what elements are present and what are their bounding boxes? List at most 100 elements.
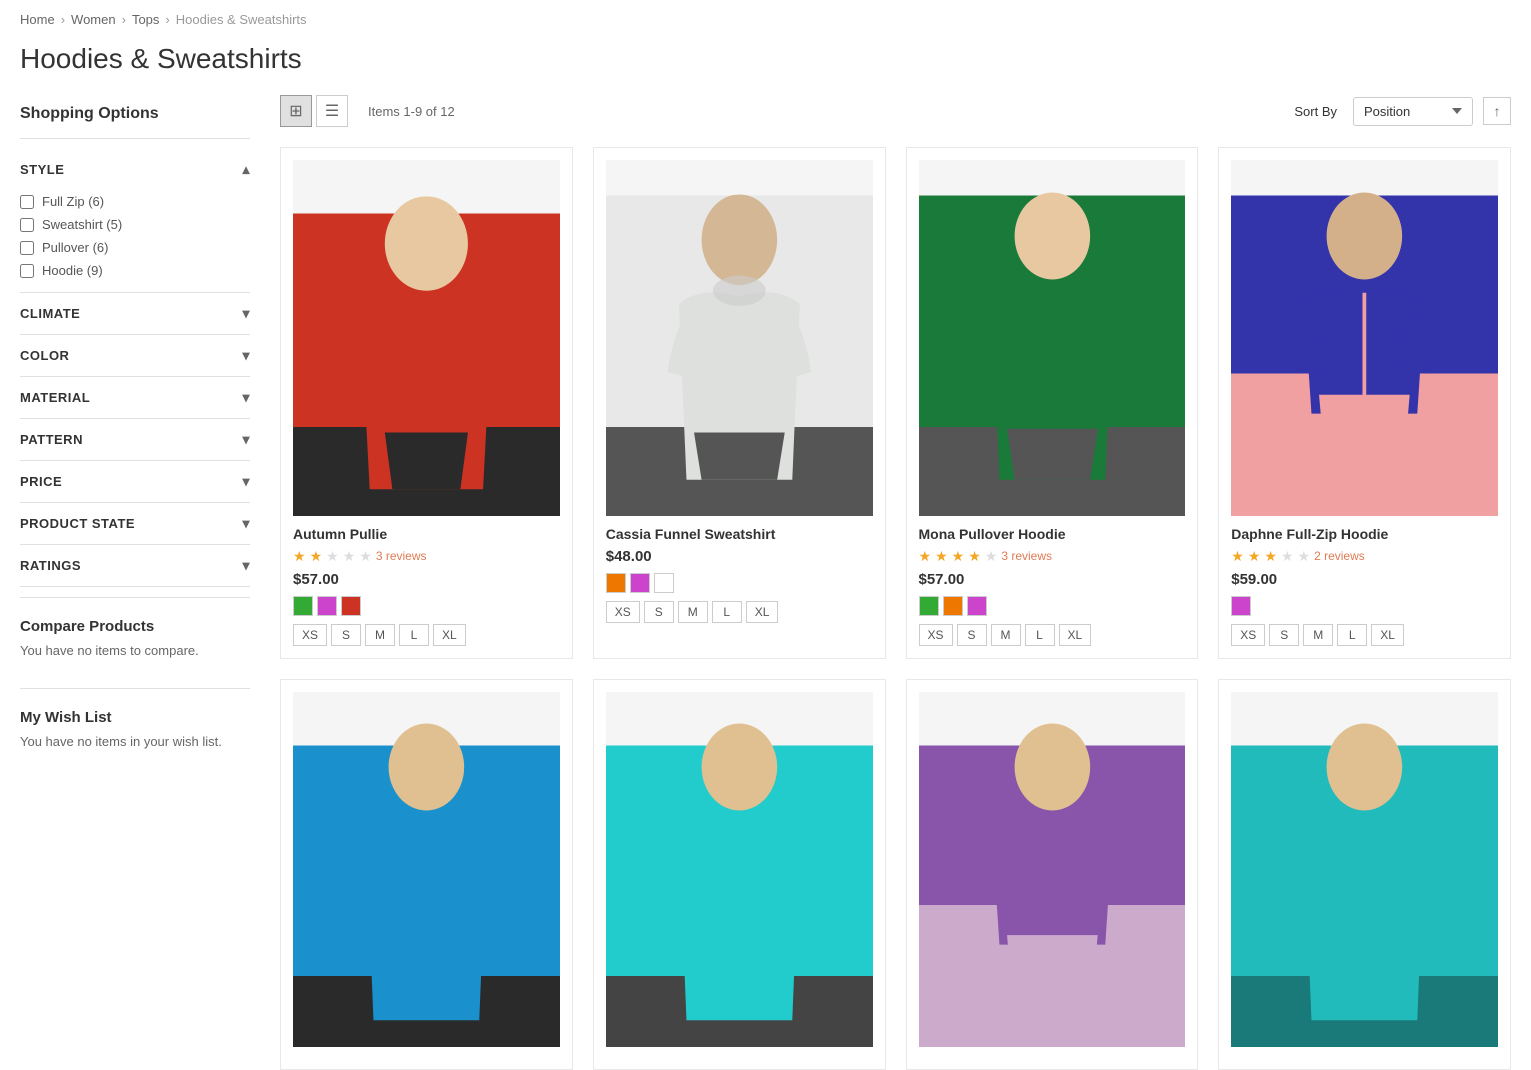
product-stars-daphne: ★ ★ ★ ★ ★ 2 reviews [1231,548,1498,565]
swatch-purple-mona[interactable] [967,596,987,616]
swatch-white-cassia[interactable] [654,573,674,593]
filter-product-state-header[interactable]: PRODUCT STATE [20,503,250,544]
sort-asc-button[interactable]: ↑ [1483,97,1511,125]
color-swatches-daphne [1231,596,1498,616]
compare-products-section: Compare Products You have no items to co… [20,597,250,678]
filter-material: MATERIAL [20,377,250,419]
size-xl-mona[interactable]: XL [1059,624,1092,646]
filter-ratings: RATINGS [20,545,250,587]
filter-style: STYLE Full Zip (6) Sweatshirt (5) Pullov… [20,149,250,293]
star1: ★ [1231,548,1244,565]
product-name-daphne: Daphne Full-Zip Hoodie [1231,526,1498,542]
review-count-autumn[interactable]: 3 reviews [376,549,427,563]
filter-color-header[interactable]: COLOR [20,335,250,376]
size-options-cassia: XS S M L XL [606,601,873,623]
size-m-mona[interactable]: M [991,624,1021,646]
climate-chevron-icon [242,305,250,322]
product-card-cassia[interactable]: Cassia Funnel Sweatshirt $48.00 XS S M L… [593,147,886,659]
size-l-daphne[interactable]: L [1337,624,1367,646]
size-l-autumn[interactable]: L [399,624,429,646]
star3: ★ [326,548,339,565]
pattern-chevron-icon [242,431,250,448]
style-checkbox-pullover[interactable] [20,241,34,255]
breadcrumb-tops[interactable]: Tops [132,12,159,27]
style-option-fullzip[interactable]: Full Zip (6) [20,190,250,213]
product-card-daphne[interactable]: Daphne Full-Zip Hoodie ★ ★ ★ ★ ★ 2 revie… [1218,147,1511,659]
size-xs-mona[interactable]: XS [919,624,953,646]
star5: ★ [985,548,998,565]
star4: ★ [1281,548,1294,565]
product-card-row2-4[interactable] [1218,679,1511,1070]
size-xl-cassia[interactable]: XL [746,601,779,623]
product-card-row2-1[interactable] [280,679,573,1070]
swatch-orange-mona[interactable] [943,596,963,616]
product-card-row2-2[interactable] [593,679,886,1070]
star3: ★ [1264,548,1277,565]
swatch-orange-cassia[interactable] [606,573,626,593]
size-l-mona[interactable]: L [1025,624,1055,646]
color-chevron-icon [242,347,250,364]
size-xl-autumn[interactable]: XL [433,624,466,646]
swatch-green-autumn[interactable] [293,596,313,616]
sort-asc-icon: ↑ [1494,103,1501,119]
size-options-mona: XS S M L XL [919,624,1186,646]
main-content: ⊞ ☰ Items 1-9 of 12 Sort By Position Nam… [280,95,1511,1070]
size-xs-cassia[interactable]: XS [606,601,640,623]
style-option-sweatshirt[interactable]: Sweatshirt (5) [20,213,250,236]
product-card-autumn[interactable]: Autumn Pullie ★ ★ ★ ★ ★ 3 reviews $57.00… [280,147,573,659]
review-count-mona[interactable]: 3 reviews [1001,549,1052,563]
size-s-daphne[interactable]: S [1269,624,1299,646]
swatch-purple-daphne[interactable] [1231,596,1251,616]
swatch-green-mona[interactable] [919,596,939,616]
material-chevron-icon [242,389,250,406]
style-checkbox-sweatshirt[interactable] [20,218,34,232]
size-m-daphne[interactable]: M [1303,624,1333,646]
style-label-sweatshirt: Sweatshirt (5) [42,217,122,232]
filter-climate-header[interactable]: CLIMATE [20,293,250,334]
filter-material-header[interactable]: MATERIAL [20,377,250,418]
size-l-cassia[interactable]: L [712,601,742,623]
filter-price-header[interactable]: PRICE [20,461,250,502]
style-option-pullover[interactable]: Pullover (6) [20,236,250,259]
product-image-autumn [293,160,560,516]
list-view-button[interactable]: ☰ [316,95,348,127]
filter-pattern-header[interactable]: PATTERN [20,419,250,460]
breadcrumb-home[interactable]: Home [20,12,55,27]
filter-color: COLOR [20,335,250,377]
product-card-mona[interactable]: Mona Pullover Hoodie ★ ★ ★ ★ ★ 3 reviews… [906,147,1199,659]
sort-select[interactable]: Position Name Price [1353,97,1473,126]
size-s-autumn[interactable]: S [331,624,361,646]
breadcrumb-women[interactable]: Women [71,12,116,27]
style-checkbox-hoodie[interactable] [20,264,34,278]
swatch-red-autumn[interactable] [341,596,361,616]
sort-by-label: Sort By [1294,104,1337,119]
size-s-cassia[interactable]: S [644,601,674,623]
swatch-purple-cassia[interactable] [630,573,650,593]
filter-ratings-header[interactable]: RATINGS [20,545,250,586]
size-m-autumn[interactable]: M [365,624,395,646]
product-figure-daphne [1251,178,1478,498]
star5: ★ [359,548,372,565]
size-xl-daphne[interactable]: XL [1371,624,1404,646]
product-stars-autumn: ★ ★ ★ ★ ★ 3 reviews [293,548,560,565]
product-stars-mona: ★ ★ ★ ★ ★ 3 reviews [919,548,1186,565]
style-option-hoodie[interactable]: Hoodie (9) [20,259,250,282]
size-m-cassia[interactable]: M [678,601,708,623]
breadcrumb-current: Hoodies & Sweatshirts [176,12,307,27]
star5: ★ [1298,548,1311,565]
product-figure-autumn [313,178,540,498]
style-checkbox-fullzip[interactable] [20,195,34,209]
product-state-chevron-icon [242,515,250,532]
toolbar: ⊞ ☰ Items 1-9 of 12 Sort By Position Nam… [280,95,1511,127]
ratings-chevron-icon [242,557,250,574]
review-count-daphne[interactable]: 2 reviews [1314,549,1365,563]
size-s-mona[interactable]: S [957,624,987,646]
product-image-row2-2 [606,692,873,1048]
size-xs-autumn[interactable]: XS [293,624,327,646]
filter-style-header[interactable]: STYLE [20,149,250,190]
size-xs-daphne[interactable]: XS [1231,624,1265,646]
style-label-fullzip: Full Zip (6) [42,194,104,209]
swatch-purple-autumn[interactable] [317,596,337,616]
grid-view-button[interactable]: ⊞ [280,95,312,127]
product-card-row2-3[interactable] [906,679,1199,1070]
